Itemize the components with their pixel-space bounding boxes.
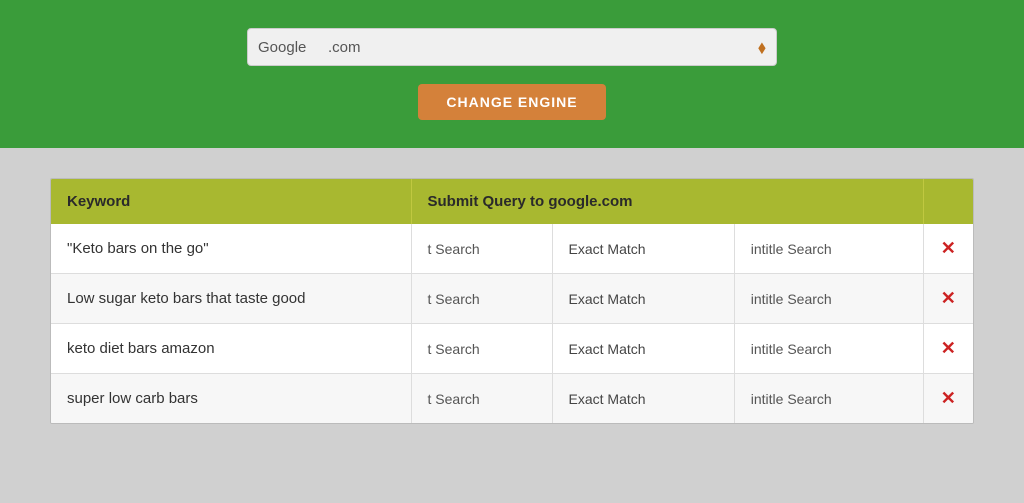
search-cell[interactable]: t Search <box>411 274 552 324</box>
delete-row-button[interactable]: ✕ <box>941 238 956 258</box>
table-row: "Keto bars on the go"t SearchExact Match… <box>51 224 973 274</box>
delete-cell: ✕ <box>923 324 973 374</box>
table-row: super low carb barst SearchExact Matchin… <box>51 374 973 424</box>
header-section: Google .com ⬧ CHANGE ENGINE <box>0 0 1024 148</box>
intitle-search-cell[interactable]: intitle Search <box>734 224 923 274</box>
keyword-cell: Low sugar keto bars that taste good <box>51 274 411 324</box>
delete-cell: ✕ <box>923 274 973 324</box>
engine-dropdown-arrow[interactable]: ⬧ <box>758 37 766 58</box>
engine-domain-label: .com <box>328 39 758 56</box>
table-row: keto diet bars amazont SearchExact Match… <box>51 324 973 374</box>
keyword-cell: "Keto bars on the go" <box>51 224 411 274</box>
intitle-search-cell[interactable]: intitle Search <box>734 274 923 324</box>
keyword-cell: super low carb bars <box>51 374 411 424</box>
intitle-search-cell[interactable]: intitle Search <box>734 374 923 424</box>
table-header-row: Keyword Submit Query to google.com <box>51 179 973 224</box>
keyword-cell: keto diet bars amazon <box>51 324 411 374</box>
search-cell[interactable]: t Search <box>411 324 552 374</box>
delete-cell: ✕ <box>923 224 973 274</box>
delete-row-button[interactable]: ✕ <box>941 388 956 408</box>
delete-row-button[interactable]: ✕ <box>941 288 956 308</box>
search-cell[interactable]: t Search <box>411 224 552 274</box>
col-header-query: Submit Query to google.com <box>411 179 923 224</box>
intitle-search-cell[interactable]: intitle Search <box>734 324 923 374</box>
exact-match-cell[interactable]: Exact Match <box>552 224 734 274</box>
exact-match-cell[interactable]: Exact Match <box>552 274 734 324</box>
search-cell[interactable]: t Search <box>411 374 552 424</box>
engine-name-label: Google <box>258 39 328 56</box>
delete-cell: ✕ <box>923 374 973 424</box>
change-engine-button[interactable]: CHANGE ENGINE <box>418 84 605 120</box>
col-header-actions <box>923 179 973 224</box>
exact-match-cell[interactable]: Exact Match <box>552 324 734 374</box>
main-content: Keyword Submit Query to google.com "Keto… <box>0 148 1024 454</box>
col-header-keyword: Keyword <box>51 179 411 224</box>
keywords-table-wrapper: Keyword Submit Query to google.com "Keto… <box>50 178 974 424</box>
keywords-table: Keyword Submit Query to google.com "Keto… <box>51 179 973 423</box>
exact-match-cell[interactable]: Exact Match <box>552 374 734 424</box>
table-row: Low sugar keto bars that taste goodt Sea… <box>51 274 973 324</box>
engine-select-wrapper[interactable]: Google .com ⬧ <box>247 28 777 66</box>
delete-row-button[interactable]: ✕ <box>941 338 956 358</box>
